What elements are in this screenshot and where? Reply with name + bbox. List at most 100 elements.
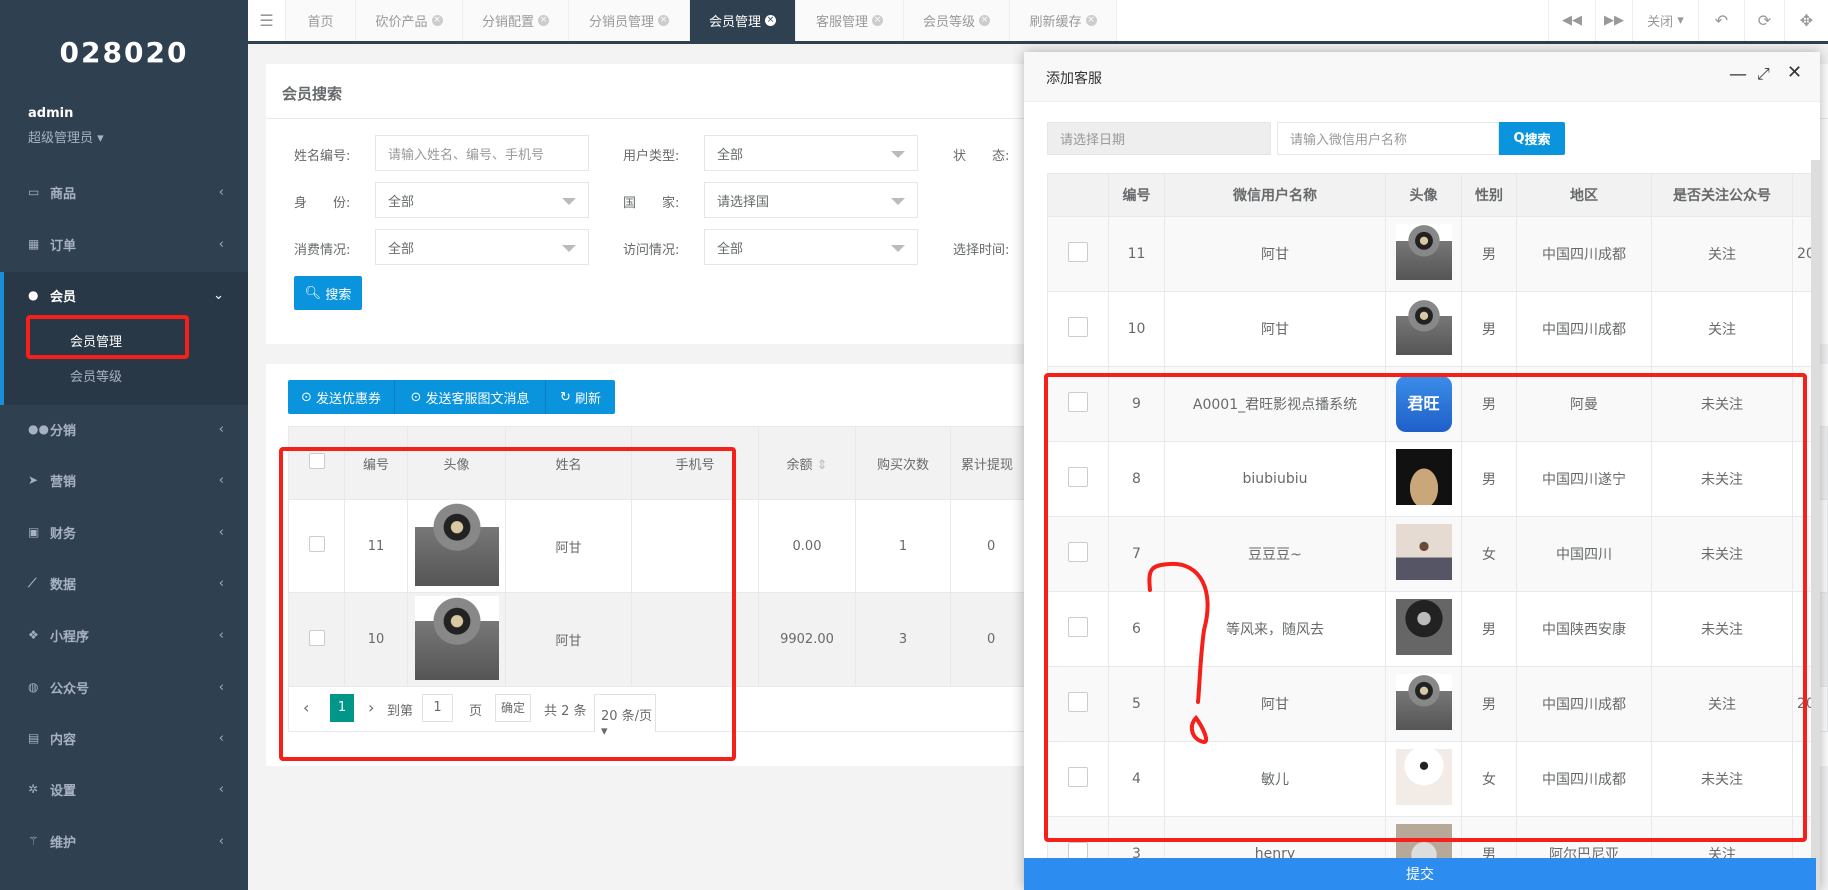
- visit-select[interactable]: 全部: [704, 229, 918, 265]
- cell-region: 中国四川: [1516, 516, 1652, 592]
- send-coupon-button[interactable]: ⊙ 发送优惠券: [288, 380, 395, 414]
- tab-4[interactable]: 会员管理 ×: [690, 0, 796, 41]
- chevron-down-icon: [562, 198, 576, 205]
- prev-page-icon[interactable]: ‹: [303, 698, 309, 717]
- maximize-icon[interactable]: ⤢: [1757, 64, 1770, 84]
- sidebar-item-4[interactable]: ➤ 营销 ‹: [0, 460, 248, 500]
- tab-2[interactable]: 分销配置 ×: [463, 0, 569, 41]
- identity-select[interactable]: 全部: [375, 182, 589, 218]
- close-tab-icon[interactable]: ×: [538, 15, 549, 26]
- select-all-checkbox[interactable]: [288, 426, 345, 500]
- user-role-dropdown[interactable]: 超级管理员 ▾: [28, 127, 104, 146]
- username[interactable]: admin: [28, 106, 73, 121]
- close-tab-icon[interactable]: ×: [872, 15, 883, 26]
- next-page-icon[interactable]: ›: [368, 698, 374, 717]
- sidebar-item-10[interactable]: ✲ 设置 ‹: [0, 769, 248, 809]
- goto-page-input[interactable]: 1: [422, 694, 453, 722]
- tab-7[interactable]: 刷新缓存 ×: [1010, 0, 1117, 41]
- table-row[interactable]: 10 阿甘 男 中国四川成都 关注: [1047, 291, 1820, 367]
- send-news-button[interactable]: ⊙ 发送客服图文消息: [395, 380, 546, 414]
- country-select[interactable]: 请选择国: [704, 182, 918, 218]
- tab-3[interactable]: 分销员管理 ×: [569, 0, 690, 41]
- close-tab-icon[interactable]: ×: [979, 15, 990, 26]
- chevron-left-icon: ‹: [218, 184, 224, 200]
- sidebar-item-3[interactable]: ●● 分销 ‹: [0, 409, 248, 449]
- page-1-button[interactable]: 1: [330, 694, 354, 722]
- submit-button[interactable]: 提交: [1024, 858, 1816, 890]
- sidebar-item-label: 营销: [50, 474, 77, 490]
- per-page-select[interactable]: 20 条/页 ▾: [594, 694, 656, 739]
- sidebar-item-label: 内容: [50, 732, 77, 748]
- tab-0[interactable]: 首页: [286, 0, 356, 41]
- table-row[interactable]: 4 敏儿 女 中国四川成都 未关注: [1047, 741, 1820, 817]
- close-tab-icon[interactable]: ×: [658, 15, 669, 26]
- sidebar-subitem-member-level[interactable]: 会员等级: [70, 366, 122, 385]
- row-checkbox[interactable]: [1047, 516, 1109, 592]
- user-type-select[interactable]: 全部: [704, 135, 918, 171]
- sidebar-item-11[interactable]: ⚚ 维护 ‹: [0, 821, 248, 861]
- label-time: 选择时间:: [953, 243, 1010, 258]
- close-icon[interactable]: ✕: [1787, 62, 1802, 83]
- sidebar-subitem-member-manage[interactable]: 会员管理: [70, 331, 122, 350]
- refresh-icon[interactable]: ⟳: [1744, 0, 1784, 41]
- sidebar-item-7[interactable]: ❖ 小程序 ‹: [0, 615, 248, 655]
- scroll-right-icon[interactable]: ▶▶: [1595, 0, 1632, 41]
- menu-toggle-icon[interactable]: ☰: [248, 0, 286, 41]
- cell-gender: 女: [1461, 741, 1517, 817]
- sidebar-item-5[interactable]: ▣ 财务 ‹: [0, 512, 248, 552]
- search-button[interactable]: 🔍︎ 搜索: [294, 276, 362, 310]
- sidebar-item-6[interactable]: ⟋ 数据 ‹: [0, 563, 248, 603]
- row-checkbox[interactable]: [1047, 666, 1109, 742]
- wechat-name-input[interactable]: 请输入微信用户名称: [1277, 122, 1499, 155]
- cell-gender: 男: [1461, 441, 1517, 517]
- back-icon[interactable]: ↶: [1698, 0, 1744, 41]
- avatar: 君旺: [1385, 366, 1462, 442]
- cell-purchases: 1: [855, 499, 951, 593]
- tab-6[interactable]: 会员等级 ×: [904, 0, 1010, 41]
- chevron-left-icon: ‹: [218, 627, 224, 643]
- label-visit: 访问情况:: [623, 243, 680, 258]
- scrollbar[interactable]: [1811, 160, 1820, 890]
- chevron-left-icon: ‹: [218, 472, 224, 488]
- close-tab-icon[interactable]: ×: [431, 15, 443, 26]
- consume-select[interactable]: 全部: [375, 229, 589, 265]
- row-checkbox[interactable]: [1047, 291, 1109, 367]
- fullscreen-move-icon[interactable]: ✥: [1784, 0, 1828, 41]
- cell-follow: 未关注: [1651, 441, 1793, 517]
- tab-5[interactable]: 客服管理 ×: [796, 0, 904, 41]
- table-row[interactable]: 8 biubiubiu 男 中国四川遂宁 未关注: [1047, 441, 1820, 517]
- close-tabs-dropdown[interactable]: 关闭 ▾: [1632, 0, 1698, 41]
- col-checkbox: [1047, 173, 1109, 217]
- close-tab-icon[interactable]: ×: [1085, 15, 1097, 26]
- refresh-button[interactable]: ↻ 刷新: [546, 380, 615, 414]
- sidebar-item-label: 分销: [50, 423, 77, 439]
- sidebar: 028020 admin 超级管理员 ▾ ▭ 商品 ‹ ▦ 订单 ‹ ● 会员 ⌄ ●● 分销 ‹ ➤ 营…: [0, 0, 248, 890]
- col-balance[interactable]: 余额 ⇕: [758, 426, 856, 500]
- name-search-input[interactable]: 请输入姓名、编号、手机号: [375, 135, 589, 171]
- close-tab-icon[interactable]: ×: [765, 15, 776, 26]
- sidebar-item-9[interactable]: ▤ 内容 ‹: [0, 718, 248, 758]
- row-checkbox[interactable]: [288, 592, 345, 687]
- sort-icon[interactable]: ⇕: [817, 458, 828, 473]
- minimize-icon[interactable]: —: [1729, 64, 1747, 85]
- sidebar-item-1[interactable]: ▦ 订单 ‹: [0, 224, 248, 264]
- row-checkbox[interactable]: [1047, 366, 1109, 442]
- modal-search-button[interactable]: Q 搜索: [1499, 122, 1565, 155]
- scroll-left-icon[interactable]: ◀◀: [1548, 0, 1595, 41]
- table-row[interactable]: 11 阿甘 男 中国四川成都 关注 20: [1047, 216, 1820, 292]
- row-checkbox[interactable]: [1047, 216, 1109, 292]
- date-picker-input[interactable]: 请选择日期: [1047, 122, 1271, 155]
- row-checkbox[interactable]: [1047, 741, 1109, 817]
- row-checkbox[interactable]: [288, 499, 345, 593]
- cubes-icon: ❖: [28, 628, 39, 642]
- sidebar-item-2[interactable]: ● 会员 ⌄: [0, 275, 248, 315]
- row-checkbox[interactable]: [1047, 591, 1109, 667]
- cell-id: 8: [1108, 441, 1165, 517]
- sidebar-item-8[interactable]: ◍ 公众号 ‹: [0, 667, 248, 707]
- confirm-page-button[interactable]: 确定: [495, 694, 531, 722]
- building-icon: ▦: [28, 237, 40, 251]
- tab-1[interactable]: 砍价产品 ×: [356, 0, 463, 41]
- sidebar-item-0[interactable]: ▭ 商品 ‹: [0, 172, 248, 212]
- table-row[interactable]: 9 A0001_君旺影视点播系统 君旺 男 阿曼 未关注: [1047, 366, 1820, 442]
- row-checkbox[interactable]: [1047, 441, 1109, 517]
